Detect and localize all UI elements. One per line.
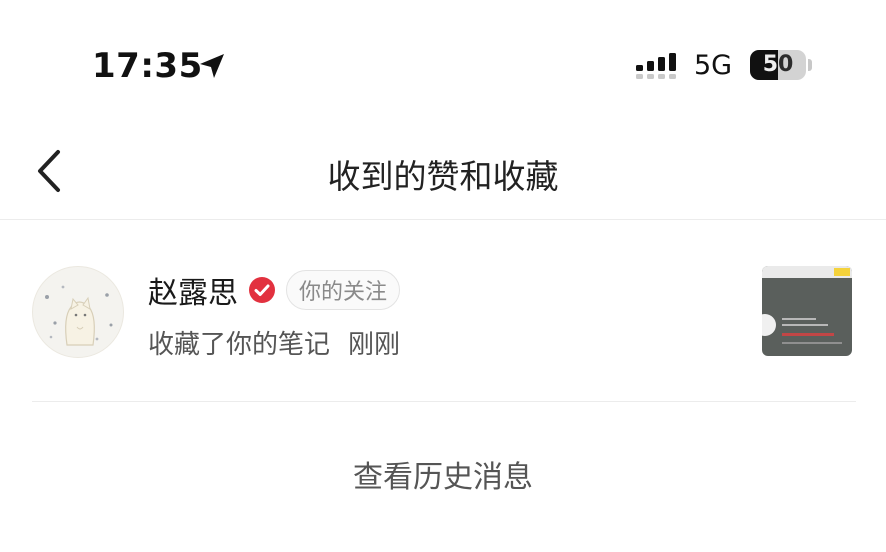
battery-icon: 50 bbox=[750, 50, 806, 80]
nav-header: 收到的赞和收藏 bbox=[0, 122, 886, 220]
note-thumbnail[interactable] bbox=[762, 266, 852, 356]
thumbnail-text-line bbox=[782, 324, 828, 326]
user-line: 赵露思 你的关注 bbox=[148, 266, 401, 314]
status-bar: 17:35 5G 50 bbox=[0, 0, 886, 120]
notification-item[interactable]: 赵露思 你的关注 收藏了你的笔记 刚刚 bbox=[32, 244, 856, 402]
cellular-signal-icon bbox=[636, 53, 676, 79]
thumbnail-text-line bbox=[782, 318, 816, 320]
avatar[interactable] bbox=[32, 266, 124, 358]
verified-check-icon bbox=[249, 277, 275, 303]
page-title: 收到的赞和收藏 bbox=[327, 157, 559, 196]
cat-illustration-icon bbox=[45, 285, 113, 346]
view-history-button[interactable]: 查看历史消息 bbox=[0, 452, 886, 496]
timestamp: 刚刚 bbox=[348, 330, 401, 360]
status-time: 17:35 bbox=[92, 46, 203, 86]
follow-status-badge: 你的关注 bbox=[286, 270, 401, 310]
battery-cap bbox=[808, 59, 812, 71]
notification-text: 收藏了你的笔记 刚刚 bbox=[148, 324, 400, 361]
action-text: 收藏了你的笔记 bbox=[148, 330, 331, 360]
username[interactable]: 赵露思 bbox=[148, 268, 238, 312]
location-arrow-icon bbox=[200, 54, 224, 78]
thumbnail-avatar bbox=[762, 314, 776, 336]
thumbnail-highlight bbox=[834, 268, 850, 276]
thumbnail-text-line bbox=[782, 342, 842, 344]
network-type: 5G bbox=[694, 50, 733, 81]
thumbnail-red-line bbox=[782, 333, 834, 336]
battery-level: 50 bbox=[762, 52, 794, 77]
